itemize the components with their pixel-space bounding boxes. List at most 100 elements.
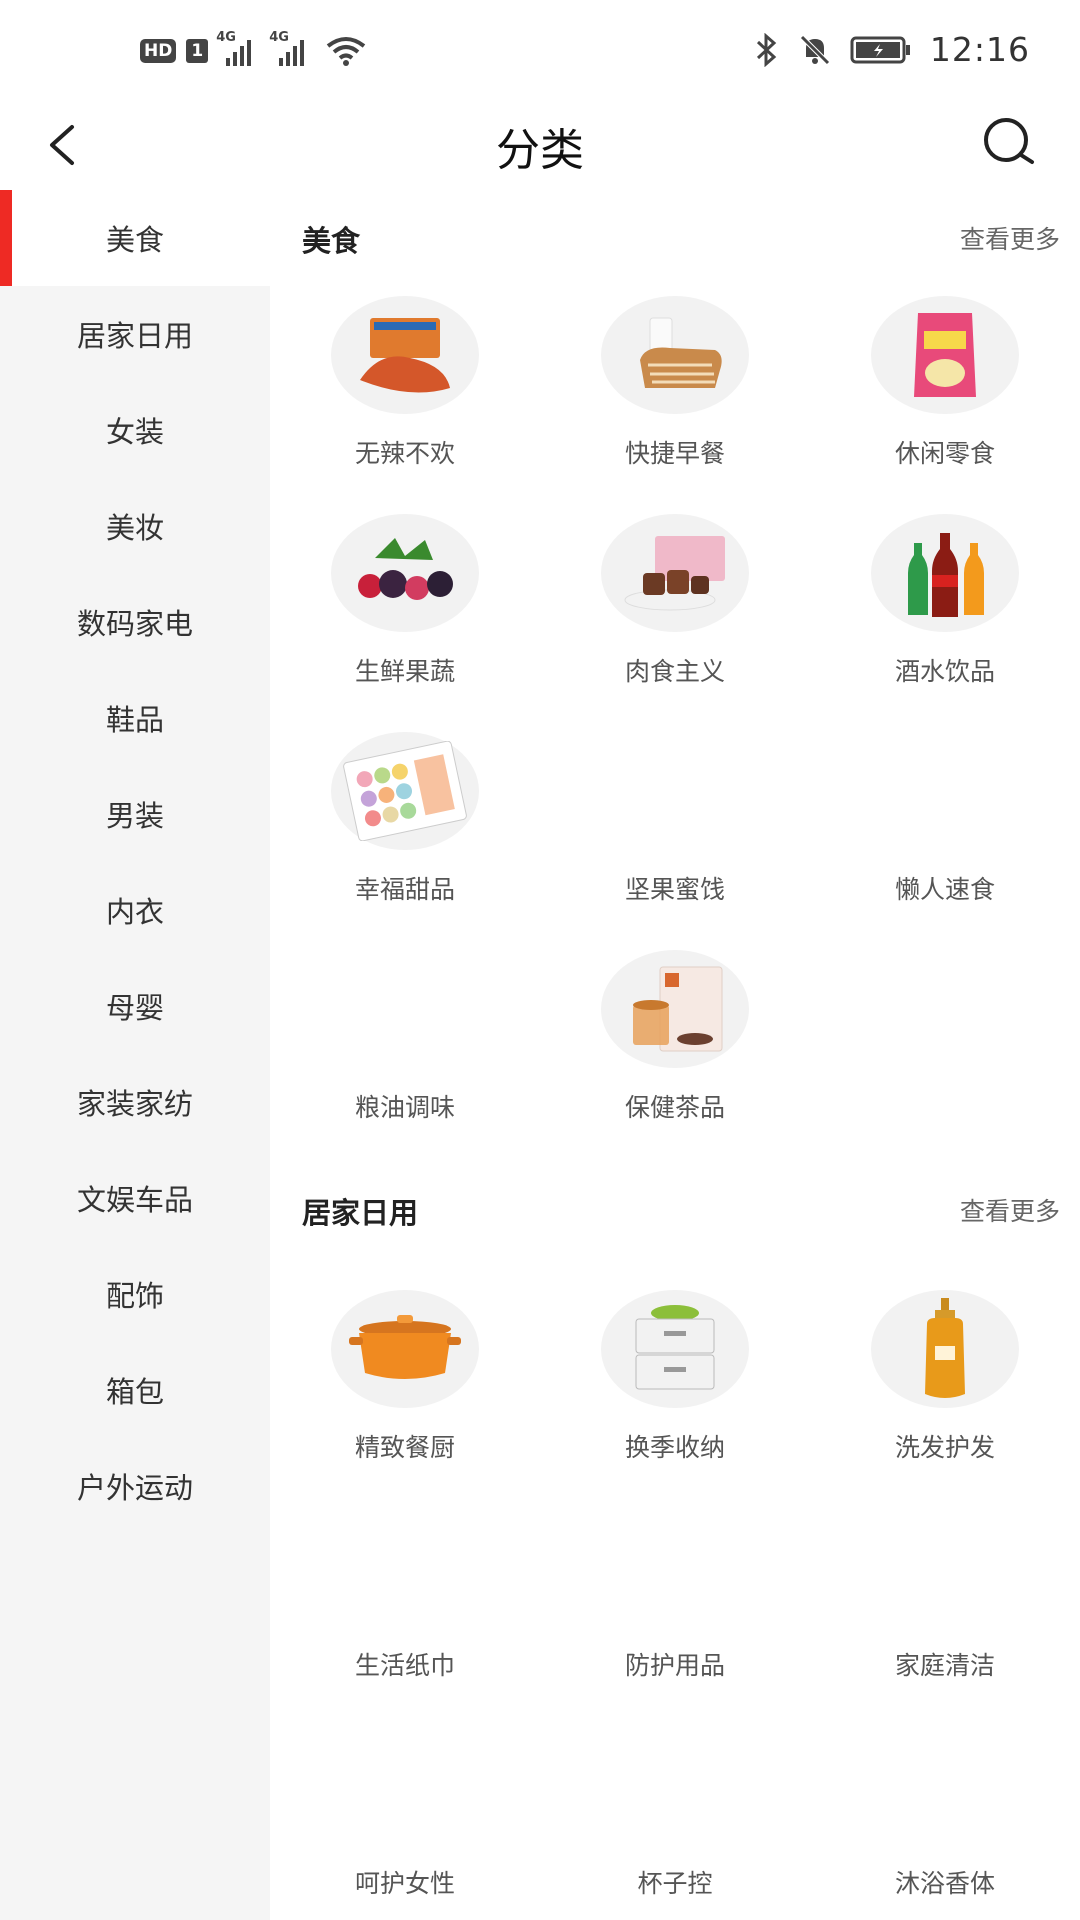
image-placeholder: [601, 1726, 749, 1844]
chips-bag-image: [871, 296, 1019, 414]
subcategory-item[interactable]: 酒水饮品: [810, 504, 1080, 722]
image-placeholder: [601, 732, 749, 850]
bluetooth-icon: [756, 32, 777, 67]
image-placeholder: [871, 1508, 1019, 1626]
sidebar-item-underwear[interactable]: 内衣: [0, 862, 270, 958]
subcategory-label: 生鲜果蔬: [354, 657, 455, 686]
subcategory-label: 换季收纳: [624, 1433, 725, 1462]
sidebar-item-mens-wear[interactable]: 男装: [0, 766, 270, 862]
subcategory-label: 坚果蜜饯: [624, 875, 725, 904]
status-right: 12:16: [754, 30, 1030, 69]
search-icon[interactable]: [980, 114, 1040, 174]
subcategory-item[interactable]: 精致餐厨: [270, 1280, 540, 1498]
sidebar-item-bags[interactable]: 箱包: [0, 1342, 270, 1438]
app-header: 分类: [0, 100, 1080, 190]
subcategory-label: 防护用品: [624, 1651, 725, 1680]
meat-box-image: [601, 514, 749, 632]
subcategory-item[interactable]: 换季收纳: [540, 1280, 810, 1498]
subcategory-item[interactable]: 沐浴香体: [810, 1716, 1080, 1920]
image-placeholder: [871, 732, 1019, 850]
category-sidebar: 美食 居家日用 女装 美妆 数码家电 鞋品 男装 内衣 母婴 家装家纺 文娱车品…: [0, 190, 270, 1920]
battery-icon: [850, 36, 910, 63]
sidebar-item-womens-wear[interactable]: 女装: [0, 382, 270, 478]
subcategory-item[interactable]: 杯子控: [540, 1716, 810, 1920]
image-placeholder: [601, 1508, 749, 1626]
subcategory-item[interactable]: 粮油调味: [270, 940, 540, 1158]
subcategory-label: 生活纸巾: [354, 1651, 455, 1680]
subcategory-item[interactable]: 休闲零食: [810, 286, 1080, 504]
wifi-icon: [326, 37, 366, 66]
subcategory-label: 休闲零食: [894, 439, 995, 468]
image-placeholder: [331, 1508, 479, 1626]
subcategory-label: 粮油调味: [354, 1093, 455, 1122]
sidebar-item-home-daily[interactable]: 居家日用: [0, 286, 270, 382]
subcategory-item[interactable]: 无辣不欢: [270, 286, 540, 504]
network-type-label: 4G: [216, 30, 236, 45]
subcategory-item[interactable]: 生活纸巾: [270, 1498, 540, 1716]
page-title: 分类: [496, 125, 584, 176]
subcategory-item[interactable]: 快捷早餐: [540, 286, 810, 504]
view-more-link[interactable]: 查看更多: [960, 1192, 1060, 1228]
subcategory-item[interactable]: 坚果蜜饯: [540, 722, 810, 940]
shampoo-bottle-image: [871, 1290, 1019, 1408]
sidebar-item-entertainment-car[interactable]: 文娱车品: [0, 1150, 270, 1246]
macarons-image: [331, 732, 479, 850]
subcategory-label: 无辣不欢: [354, 439, 455, 468]
subcategory-item[interactable]: 懒人速食: [810, 722, 1080, 940]
subcategory-label: 呵护女性: [354, 1869, 455, 1898]
subcategory-label: 杯子控: [637, 1869, 713, 1898]
sidebar-item-shoes[interactable]: 鞋品: [0, 670, 270, 766]
sidebar-item-home-textile[interactable]: 家装家纺: [0, 1054, 270, 1150]
mute-bell-icon: [800, 34, 830, 65]
subcategory-item[interactable]: 家庭清洁: [810, 1498, 1080, 1716]
subcategory-label: 快捷早餐: [624, 439, 725, 468]
network-type-label: 4G: [269, 30, 289, 45]
drink-bottles-image: [871, 514, 1019, 632]
subcategory-item[interactable]: 幸福甜品: [270, 722, 540, 940]
section-title: 居家日用: [302, 1196, 419, 1230]
bread-milk-image: [601, 296, 749, 414]
category-content: 美食 查看更多 无辣不欢 快捷早餐 休闲零食 生鲜果蔬 肉食主义 酒水饮品 幸福…: [270, 190, 1080, 1920]
spicy-snack-image: [331, 296, 479, 414]
hd-badge: HD: [140, 39, 177, 63]
subcategory-item[interactable]: 肉食主义: [540, 504, 810, 722]
subcategory-label: 酒水饮品: [894, 657, 995, 686]
subcategory-label: 精致餐厨: [354, 1433, 455, 1462]
tea-box-image: [601, 950, 749, 1068]
storage-drawer-image: [601, 1290, 749, 1408]
signal-icon: 4G: [216, 30, 252, 66]
section-title: 美食: [302, 224, 361, 258]
subcategory-label: 肉食主义: [624, 657, 725, 686]
subcategory-label: 家庭清洁: [894, 1651, 995, 1680]
berries-image: [331, 514, 479, 632]
empty-grid-cell: [810, 940, 1080, 1158]
subcategory-item[interactable]: 保健茶品: [540, 940, 810, 1158]
subcategory-label: 懒人速食: [894, 875, 995, 904]
subcategory-grid: 精致餐厨 换季收纳 洗发护发 生活纸巾 防护用品 家庭清洁 呵护女性 杯子控 沐…: [270, 1280, 1080, 1920]
sim-badge: 1: [186, 39, 209, 63]
sidebar-item-digital[interactable]: 数码家电: [0, 574, 270, 670]
sidebar-item-outdoor[interactable]: 户外运动: [0, 1438, 270, 1534]
sidebar-item-makeup[interactable]: 美妆: [0, 478, 270, 574]
subcategory-item[interactable]: 洗发护发: [810, 1280, 1080, 1498]
subcategory-label: 保健茶品: [624, 1093, 725, 1122]
status-bar: HD 1 4G 4G 12:16: [0, 0, 1080, 100]
status-left: HD 1 4G 4G: [140, 30, 366, 66]
sidebar-item-food[interactable]: 美食: [0, 190, 270, 286]
subcategory-label: 幸福甜品: [354, 875, 455, 904]
orange-pot-image: [331, 1290, 479, 1408]
subcategory-grid: 无辣不欢 快捷早餐 休闲零食 生鲜果蔬 肉食主义 酒水饮品 幸福甜品 坚果蜜饯 …: [270, 286, 1080, 1158]
image-placeholder: [331, 950, 479, 1068]
section-header: 美食 查看更多: [270, 190, 1080, 286]
subcategory-item[interactable]: 呵护女性: [270, 1716, 540, 1920]
image-placeholder: [871, 1726, 1019, 1844]
sidebar-item-accessories[interactable]: 配饰: [0, 1246, 270, 1342]
section-header: 居家日用 查看更多: [270, 1162, 1080, 1258]
image-placeholder: [331, 1726, 479, 1844]
subcategory-item[interactable]: 生鲜果蔬: [270, 504, 540, 722]
view-more-link[interactable]: 查看更多: [960, 220, 1060, 256]
sidebar-item-baby[interactable]: 母婴: [0, 958, 270, 1054]
subcategory-label: 洗发护发: [894, 1433, 995, 1462]
subcategory-label: 沐浴香体: [894, 1869, 995, 1898]
subcategory-item[interactable]: 防护用品: [540, 1498, 810, 1716]
